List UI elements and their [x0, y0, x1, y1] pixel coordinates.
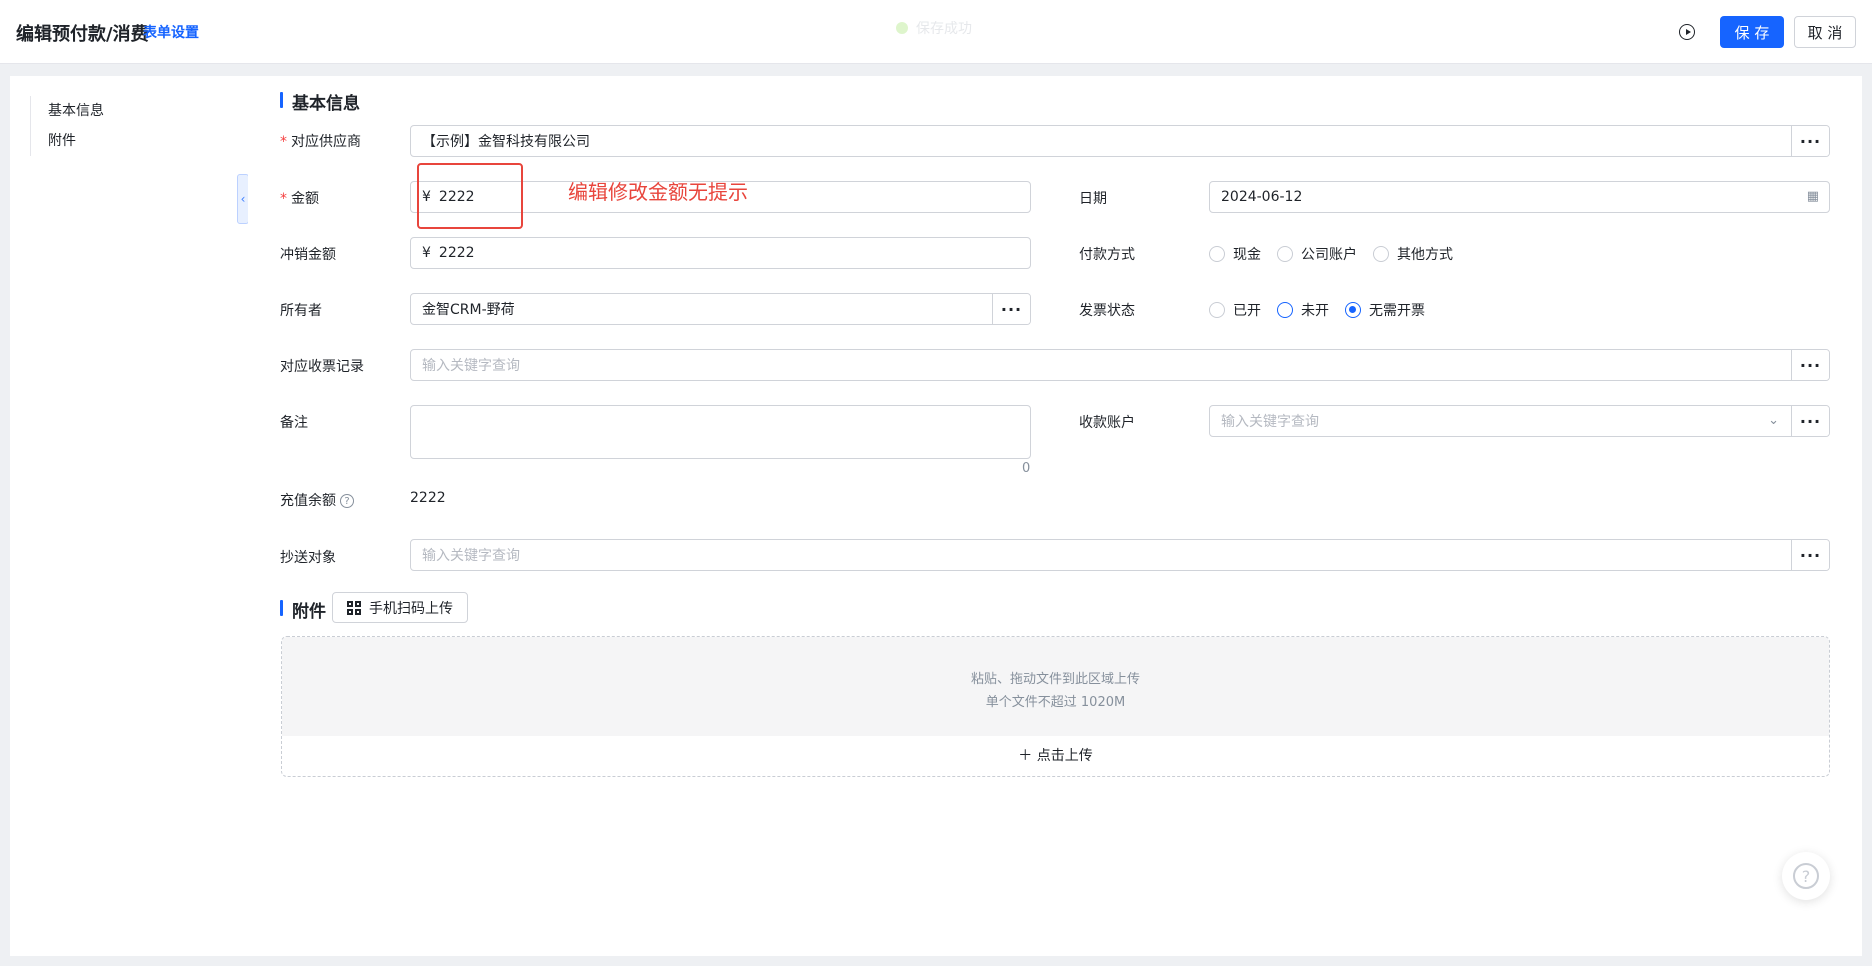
- drop-hint: 粘贴、拖动文件到此区域上传: [970, 672, 1140, 687]
- success-dot-icon: [896, 22, 908, 34]
- writeoff-label: 冲销金额: [280, 247, 336, 263]
- receiving-account-placeholder: 输入关键字查询: [1221, 414, 1319, 430]
- supplier-field[interactable]: 【示例】金智科技有限公司 ···: [410, 125, 1830, 157]
- form-settings-link[interactable]: 表单设置: [143, 22, 199, 42]
- payment-method-label: 付款方式: [1079, 247, 1135, 263]
- help-float-button[interactable]: ?: [1782, 852, 1830, 900]
- radio-circle: [1373, 246, 1389, 262]
- radio-company-account[interactable]: 公司账户: [1277, 244, 1357, 264]
- nav-item-basic-info[interactable]: 基本信息: [48, 100, 104, 120]
- receipt-record-placeholder: 输入关键字查询: [422, 358, 520, 374]
- radio-circle: [1209, 302, 1225, 318]
- qr-upload-button[interactable]: 手机扫码上传: [332, 592, 468, 623]
- cancel-button[interactable]: 取 消: [1794, 16, 1856, 48]
- owner-value: 金智CRM-野荷: [422, 302, 515, 318]
- remark-textarea[interactable]: [410, 405, 1031, 459]
- receipt-record-label: 对应收票记录: [280, 359, 364, 375]
- cc-field[interactable]: 输入关键字查询 ···: [410, 539, 1830, 571]
- plus-icon: ＋: [1018, 748, 1037, 764]
- annotation-text: 编辑修改金额无提示: [568, 180, 748, 204]
- owner-more-button[interactable]: ···: [992, 294, 1030, 324]
- save-status: 保存成功: [896, 18, 972, 38]
- radio-issued[interactable]: 已开: [1209, 300, 1261, 320]
- chevron-left-icon: ‹: [240, 192, 246, 206]
- radio-circle-checked: [1345, 302, 1361, 318]
- question-icon: ?: [1793, 863, 1819, 889]
- date-label: 日期: [1079, 191, 1107, 207]
- section-title-attachment: 附件: [280, 597, 326, 622]
- file-size-hint: 单个文件不超过 1020M: [985, 695, 1126, 710]
- ellipsis-icon: ···: [1799, 545, 1822, 565]
- page-title: 编辑预付款/消费: [16, 24, 149, 45]
- nav-rail: [30, 96, 31, 156]
- writeoff-value: 2222: [438, 245, 475, 261]
- radio-other-method[interactable]: 其他方式: [1373, 244, 1453, 264]
- top-header: 编辑预付款/消费 表单设置 保存成功 保 存 取 消: [0, 0, 1872, 64]
- invoice-status-radio-group: 已开 未开 无需开票: [1209, 300, 1441, 320]
- remark-label: 备注: [280, 415, 308, 431]
- save-button[interactable]: 保 存: [1720, 16, 1784, 48]
- click-upload-button[interactable]: ＋ 点击上传: [282, 745, 1829, 765]
- receiving-account-more-button[interactable]: ···: [1791, 406, 1829, 436]
- date-value: 2024-06-12: [1221, 189, 1303, 205]
- question-icon[interactable]: ?: [340, 494, 354, 508]
- receipt-record-more-button[interactable]: ···: [1791, 350, 1829, 380]
- required-mark: *: [280, 134, 287, 150]
- qr-upload-label: 手机扫码上传: [369, 600, 453, 617]
- calendar-icon: ▦: [1806, 189, 1819, 204]
- annotation-highlight-box: [417, 163, 523, 229]
- cc-placeholder: 输入关键字查询: [422, 548, 520, 564]
- upload-dropzone[interactable]: 粘贴、拖动文件到此区域上传 单个文件不超过 1020M ＋ 点击上传: [281, 636, 1830, 777]
- amount-label: * 金额: [280, 191, 319, 207]
- owner-field[interactable]: 金智CRM-野荷 ···: [410, 293, 1031, 325]
- writeoff-field[interactable]: ¥ 2222: [410, 237, 1031, 269]
- ellipsis-icon: ···: [1799, 411, 1822, 431]
- radio-no-invoice-needed[interactable]: 无需开票: [1345, 300, 1425, 320]
- radio-not-issued[interactable]: 未开: [1277, 300, 1329, 320]
- remark-char-counter: 0: [1022, 461, 1031, 476]
- recharge-balance-label: 充值余额?: [280, 490, 354, 510]
- ellipsis-icon: ···: [1799, 131, 1822, 151]
- supplier-more-button[interactable]: ···: [1791, 126, 1829, 156]
- recharge-balance-value: 2222: [410, 490, 446, 506]
- section-nav: 基本信息 附件: [10, 76, 248, 956]
- date-field[interactable]: 2024-06-12 ▦: [1209, 181, 1830, 213]
- drop-area[interactable]: 粘贴、拖动文件到此区域上传 单个文件不超过 1020M: [282, 637, 1829, 736]
- supplier-label: * 对应供应商: [280, 134, 361, 150]
- chevron-down-icon: ⌄: [1768, 413, 1779, 428]
- radio-circle: [1277, 302, 1293, 318]
- receipt-record-field[interactable]: 输入关键字查询 ···: [410, 349, 1830, 381]
- click-upload-label: 点击上传: [1036, 748, 1093, 764]
- section-title-basic: 基本信息: [280, 89, 360, 114]
- radio-cash[interactable]: 现金: [1209, 244, 1261, 264]
- currency-symbol: ¥: [422, 245, 431, 261]
- radio-circle: [1277, 246, 1293, 262]
- cc-more-button[interactable]: ···: [1791, 540, 1829, 570]
- ellipsis-icon: ···: [1799, 355, 1822, 375]
- invoice-status-label: 发票状态: [1079, 303, 1135, 319]
- radio-circle: [1209, 246, 1225, 262]
- play-icon[interactable]: [1679, 24, 1695, 40]
- owner-label: 所有者: [280, 303, 322, 319]
- supplier-value: 【示例】金智科技有限公司: [422, 134, 590, 150]
- nav-item-attachment[interactable]: 附件: [48, 130, 76, 150]
- receiving-account-label: 收款账户: [1079, 415, 1135, 431]
- receiving-account-field[interactable]: 输入关键字查询 ⌄ ···: [1209, 405, 1830, 437]
- cc-label: 抄送对象: [280, 550, 336, 566]
- payment-method-radio-group: 现金 公司账户 其他方式: [1209, 244, 1469, 264]
- save-status-text: 保存成功: [916, 21, 972, 37]
- required-mark: *: [280, 191, 287, 207]
- ellipsis-icon: ···: [1000, 299, 1023, 319]
- qr-code-icon: [347, 600, 361, 615]
